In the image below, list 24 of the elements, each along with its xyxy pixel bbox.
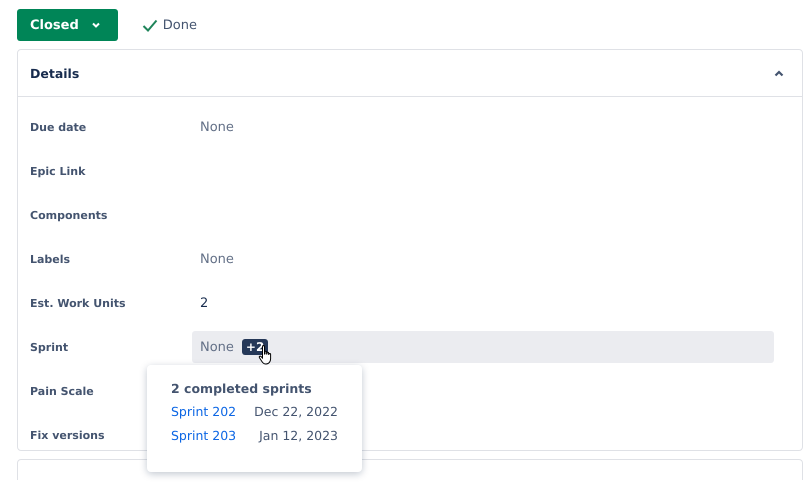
field-label: Sprint xyxy=(30,340,68,354)
field-value[interactable]: None xyxy=(192,120,234,134)
field-value[interactable]: 2 xyxy=(192,296,208,310)
field-label: Due date xyxy=(30,120,86,134)
field-label: Est. Work Units xyxy=(30,296,126,310)
field-label: Components xyxy=(30,208,108,222)
count-badge[interactable]: +2 xyxy=(242,339,268,355)
resolution-text: Done xyxy=(162,18,197,32)
field-label: Fix versions xyxy=(30,428,105,442)
sprint-link[interactable]: Sprint 203 xyxy=(171,428,236,443)
field-value[interactable]: None xyxy=(192,252,234,266)
sprint-date: Dec 22, 2022 xyxy=(254,404,338,419)
chevron-up-icon xyxy=(774,70,784,76)
sprint-link[interactable]: Sprint 202 xyxy=(171,404,236,419)
field-label: Pain Scale xyxy=(30,384,94,398)
popup-title: 2 completed sprints xyxy=(171,381,313,396)
field-label: Epic Link xyxy=(30,164,86,178)
status-button[interactable]: Closed xyxy=(17,9,118,41)
field-label: Labels xyxy=(30,252,70,266)
check-icon xyxy=(142,18,158,32)
field-value: None xyxy=(200,340,234,354)
sprint-date: Jan 12, 2023 xyxy=(258,428,338,443)
panel-title: Details xyxy=(30,66,80,80)
chevron-down-icon xyxy=(90,22,101,28)
